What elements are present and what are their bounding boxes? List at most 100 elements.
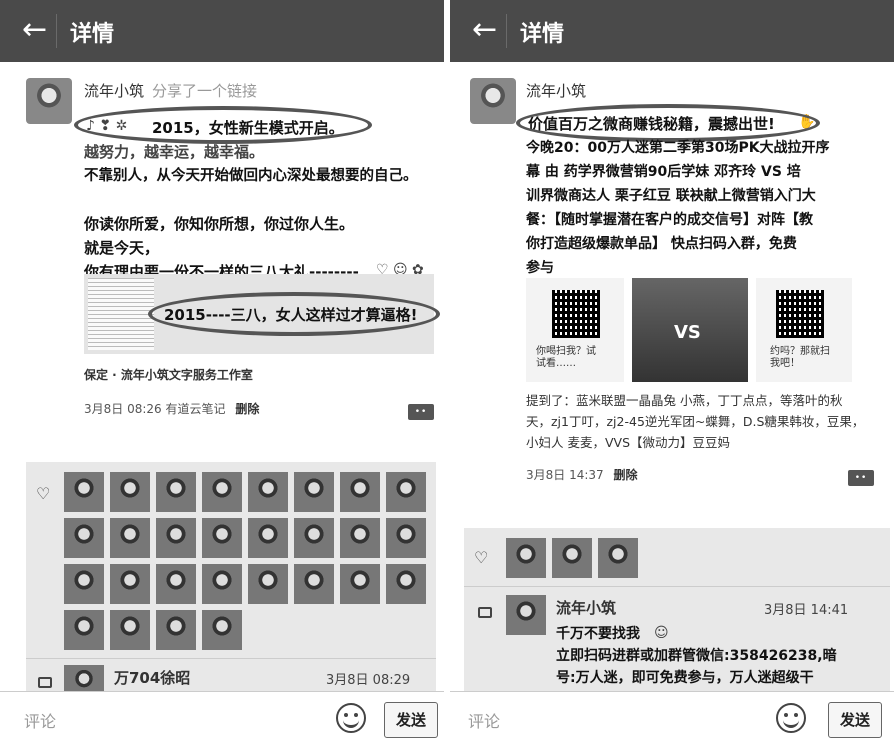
comment-input[interactable]: 评论 [468, 708, 500, 732]
heart-icon: ♡ [474, 548, 489, 567]
comment-line-1: 千万不要找我 [556, 626, 640, 642]
comment-action-icon[interactable]: •• [408, 404, 434, 420]
poster-name[interactable]: 流年小筑 [84, 82, 144, 100]
top-bar: ← 详情 [450, 0, 894, 62]
post-time: 3月8日 14:37 [526, 468, 604, 482]
mentions-line-3: 小妇人 麦麦，VVS【微动力】豆豆妈 [526, 435, 731, 450]
post-line-1: 今晚20：00万人迷第二季第30场PK大战拉开序 [526, 140, 830, 156]
liker-avatar[interactable] [552, 538, 592, 578]
comment-input-bar: 评论 发送 [450, 691, 894, 746]
liker-avatar[interactable] [248, 518, 288, 558]
send-button[interactable]: 发送 [384, 702, 438, 738]
emoji-face-icon: ☺ [654, 625, 669, 641]
liker-avatar[interactable] [156, 610, 196, 650]
likes-section: ♡ [464, 528, 890, 586]
top-bar: ← 详情 [0, 0, 444, 62]
comment-input-bar: 评论 发送 [0, 691, 444, 746]
title-divider [506, 14, 507, 48]
comment-input[interactable]: 评论 [24, 708, 56, 732]
back-arrow-icon[interactable]: ← [22, 12, 47, 48]
liker-avatar[interactable] [294, 518, 334, 558]
poster-avatar[interactable] [470, 78, 516, 124]
liker-avatar[interactable] [340, 518, 380, 558]
left-bubble-note: 你喝扫我？试试看…… [536, 346, 596, 369]
right-detail-panel: ← 详情 流年小筑 价值百万之微商赚钱秘籍，震撼出世! ✋ 今晚20：00万人迷… [450, 0, 894, 746]
post-time: 3月8日 08:26 [84, 402, 162, 416]
left-detail-panel: ← 详情 流年小筑 分享了一个链接 ♪ ❣ ✲ 2015，女性新生模式开启。 越努… [0, 0, 444, 746]
liker-avatar[interactable] [386, 518, 426, 558]
liker-avatar[interactable] [110, 472, 150, 512]
post-line-5: 你打造超级爆款单品】 快点扫码入群，免费 [526, 236, 797, 252]
post-line-5: 就是今天， [84, 239, 160, 257]
liker-avatar[interactable] [110, 564, 150, 604]
post-image-left[interactable]: 你喝扫我？试试看…… [526, 278, 624, 382]
liker-avatar[interactable] [598, 538, 638, 578]
poster-name[interactable]: 流年小筑 [526, 80, 586, 101]
highlight-oval [74, 106, 372, 144]
share-label: 分享了一个链接 [152, 82, 258, 100]
comment-action-icon[interactable]: •• [848, 470, 874, 486]
comment-line-3: 号:万人迷，即可免费参与，万人迷超级干 [556, 670, 814, 686]
liker-avatar[interactable] [202, 518, 242, 558]
post-image-center[interactable]: VS [632, 278, 748, 382]
send-button[interactable]: 发送 [828, 702, 882, 738]
commenter-avatar[interactable] [506, 595, 546, 635]
emoji-icon[interactable] [776, 703, 806, 733]
liker-avatar[interactable] [64, 472, 104, 512]
post-via: 有道云笔记 [165, 402, 226, 416]
right-bubble-note: 约吗？那就扫我吧！ [770, 346, 830, 369]
mentions-line-1: 提到了：蓝米联盟一晶晶兔 小燕，丁丁点点，等落叶的秋 [526, 393, 843, 408]
back-arrow-icon[interactable]: ← [472, 12, 497, 48]
poster-avatar[interactable] [26, 78, 72, 124]
comment-time: 3月8日 08:29 [326, 673, 411, 688]
liker-avatar[interactable] [340, 472, 380, 512]
liker-avatar[interactable] [202, 564, 242, 604]
liker-avatar[interactable] [386, 564, 426, 604]
comment-bubble-icon [478, 607, 492, 618]
comments-section: 流年小筑 3月8日 14:41 千万不要找我 ☺ 立即扫码进群或加群管微信:35… [464, 586, 890, 693]
liker-avatar[interactable] [506, 538, 546, 578]
post-line-6: 参与 [526, 260, 554, 276]
liker-avatar[interactable] [248, 472, 288, 512]
comment-line-2: 立即扫码进群或加群管微信:358426238,暗 [556, 648, 837, 664]
screenshot-pair: ← 详情 流年小筑 分享了一个链接 ♪ ❣ ✲ 2015，女性新生模式开启。 越努… [0, 0, 894, 746]
page-title: 详情 [520, 22, 565, 47]
post-line-3: 训界微商达人 栗子红豆 联袂献上微营销入门大 [526, 188, 816, 204]
likes-section: ♡ [26, 462, 436, 658]
liker-avatar[interactable] [156, 564, 196, 604]
delete-link[interactable]: 删除 [235, 402, 259, 416]
liker-avatar[interactable] [294, 564, 334, 604]
post-line-3: 不靠别人，从今天开始做回内心深处最想要的自己。 [84, 168, 418, 184]
emoji-icon[interactable] [336, 703, 366, 733]
delete-link[interactable]: 删除 [614, 468, 638, 482]
liker-avatar[interactable] [110, 518, 150, 558]
liker-avatar[interactable] [248, 564, 288, 604]
post-meta: 3月8日 14:37 删除 [526, 466, 638, 483]
post-line-4: 餐：【随时掌握潜在客户的成交信号】对阵【教 [526, 212, 813, 228]
commenter-name[interactable]: 万704徐昭 [114, 667, 190, 688]
commenter-name[interactable]: 流年小筑 [556, 597, 616, 618]
post-image-right[interactable]: 约吗？那就扫我吧！ [756, 278, 852, 382]
liker-avatar[interactable] [202, 610, 242, 650]
liker-avatar[interactable] [202, 472, 242, 512]
qr-code-icon [776, 290, 824, 338]
link-highlight-oval [148, 292, 440, 336]
liker-avatar[interactable] [156, 472, 196, 512]
post-source[interactable]: 保定 · 流年小筑文字服务工作室 [84, 366, 253, 383]
liker-avatar[interactable] [64, 564, 104, 604]
liker-avatar[interactable] [156, 518, 196, 558]
liker-avatar[interactable] [386, 472, 426, 512]
post-meta: 3月8日 08:26 有道云笔记 删除 [84, 400, 259, 417]
vs-label: VS [674, 322, 701, 343]
liker-avatar[interactable] [64, 518, 104, 558]
comment-bubble-icon [38, 677, 52, 688]
liker-avatar[interactable] [64, 610, 104, 650]
liker-avatar[interactable] [110, 610, 150, 650]
poster-name-row: 流年小筑 分享了一个链接 [84, 80, 257, 101]
liker-avatar[interactable] [340, 564, 380, 604]
post-line-2: 幕 由 药学界微营销90后学妹 邓齐玲 VS 培 [526, 164, 801, 180]
page-title: 详情 [70, 22, 115, 47]
qr-code-icon [552, 290, 600, 338]
liker-avatar[interactable] [294, 472, 334, 512]
heart-icon: ♡ [36, 484, 51, 503]
